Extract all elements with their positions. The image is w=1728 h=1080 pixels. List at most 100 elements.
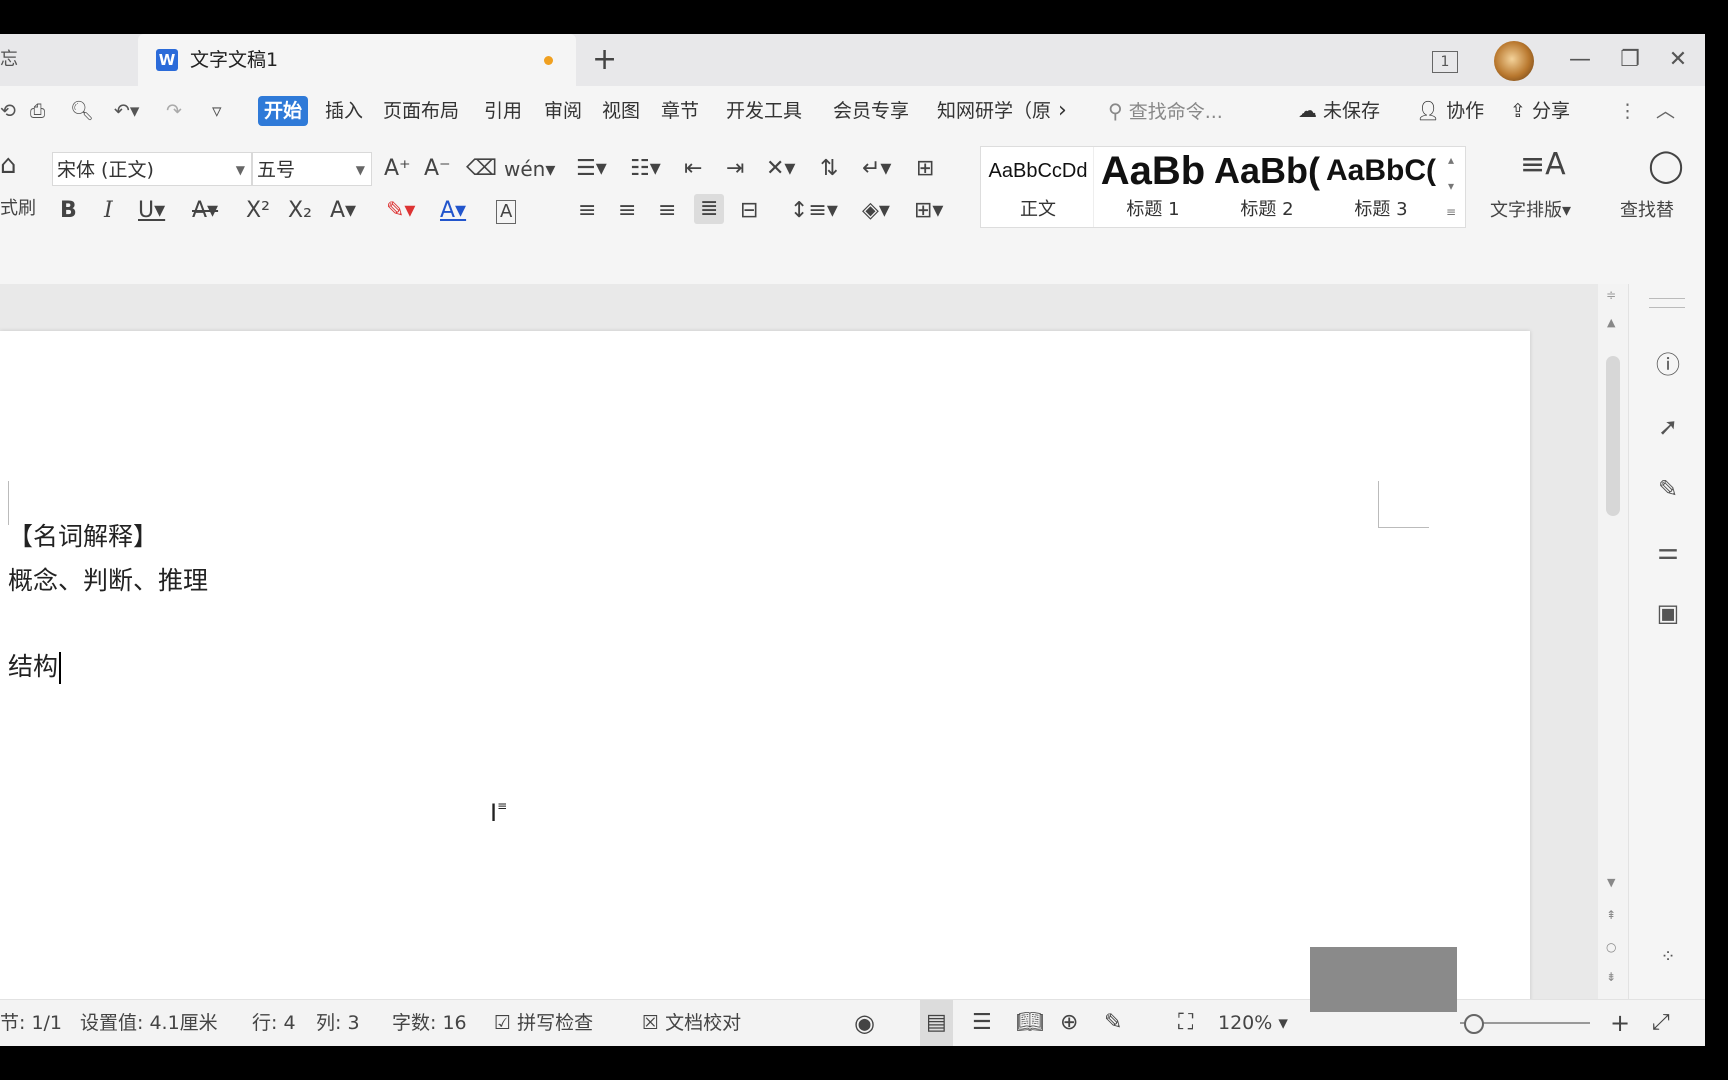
zoom-level-select[interactable]: 120% ▾ [1218, 1000, 1288, 1046]
doc-line-2[interactable]: 概念、判断、推理 [8, 561, 208, 597]
avatar[interactable] [1494, 41, 1534, 81]
chinese-layout-icon[interactable]: ✕▾ [766, 154, 795, 184]
close-button[interactable]: ✕ [1658, 34, 1698, 86]
pen-icon[interactable]: ✎ [1653, 474, 1683, 504]
text-effect-icon[interactable]: A▾ [330, 196, 356, 226]
collapse-ribbon-icon[interactable]: ︿ [1656, 96, 1675, 126]
format-painter-icon[interactable]: ⌂ [0, 150, 17, 180]
command-search[interactable]: ⚲ 查找命令... [1108, 96, 1223, 126]
vertical-scrollbar[interactable]: ≑ ▲ ▼ ⇞ ○ ⇟ [1598, 284, 1628, 999]
redo-icon[interactable]: ↷ [166, 96, 182, 126]
scroll-up-icon[interactable]: ▲ [1607, 316, 1615, 329]
page-count-icon[interactable]: 1 [1424, 34, 1466, 86]
line-spacing-icon[interactable]: ↕≡▾ [790, 196, 838, 226]
font-shrink-icon[interactable]: A⁻ [424, 154, 451, 184]
reading-view-icon[interactable]: 📖︎ [1016, 1000, 1044, 1046]
table-icon[interactable]: ⊞ [916, 154, 934, 184]
font-grow-icon[interactable]: A⁺ [384, 154, 411, 184]
scroll-down-icon[interactable]: ▼ [1607, 876, 1615, 889]
status-section[interactable]: 节: 1/1 [0, 1000, 62, 1046]
zoom-slider-thumb[interactable] [1464, 1014, 1484, 1034]
border-icon[interactable]: ⊞▾ [914, 196, 943, 226]
highlight-icon[interactable]: ✎▾ [386, 196, 415, 226]
distributed-align-icon[interactable]: ⊟ [740, 196, 758, 226]
tab-document[interactable]: W 文字文稿1 [138, 34, 576, 86]
collab-button[interactable]: 👤︎ 协作 [1416, 96, 1484, 126]
strikethrough-icon[interactable]: A▾ [192, 196, 218, 226]
style-heading1[interactable]: AaBb 标题 1 [1097, 147, 1209, 227]
doc-line-4[interactable]: 结构 [8, 647, 62, 684]
menu-view[interactable]: 视图 [602, 96, 640, 126]
justify-icon[interactable]: ≣ [694, 194, 725, 224]
style-normal[interactable]: AaBbCcDd 正文 [983, 147, 1094, 227]
align-right-icon[interactable]: ≡ [658, 196, 676, 226]
scroll-split-icon[interactable]: ≑ [1606, 288, 1616, 302]
style-scroll-icon[interactable]: ▴ ▾ ≡ [1439, 147, 1463, 227]
numbered-list-icon[interactable]: ☷▾ [630, 154, 661, 184]
find-replace-label[interactable]: 查找替 [1620, 196, 1674, 226]
menu-insert[interactable]: 插入 [325, 96, 363, 126]
style-heading3[interactable]: AaBbC( 标题 3 [1325, 147, 1437, 227]
page-view-icon[interactable]: ▤ [920, 1000, 953, 1046]
menu-references[interactable]: 引用 [484, 96, 522, 126]
find-icon[interactable]: ◯ [1648, 149, 1684, 181]
underline-icon[interactable]: U▾ [138, 196, 165, 226]
fullscreen-icon[interactable]: ⤢ [1652, 1000, 1670, 1046]
select-browse-icon[interactable]: ○ [1606, 940, 1616, 954]
pinyin-guide-icon[interactable]: wén▾ [504, 154, 555, 184]
menu-more-arrow-icon[interactable]: › [1058, 96, 1067, 126]
menu-section[interactable]: 章节 [661, 96, 699, 126]
decrease-indent-icon[interactable]: ⇤ [684, 154, 702, 184]
next-page-icon[interactable]: ⇟ [1606, 970, 1616, 984]
spell-check-button[interactable]: ☑ 拼写检查 [494, 1000, 593, 1046]
document-page[interactable]: 【名词解释】 概念、判断、推理 结构 I≡ [0, 331, 1530, 999]
font-size-select[interactable]: 五号 ▼ [252, 152, 372, 186]
panel-drag-handle[interactable] [1649, 298, 1685, 308]
align-left-icon[interactable]: ≡ [578, 196, 596, 226]
help-icon[interactable]: ⓘ [1653, 350, 1683, 380]
text-layout-button[interactable]: 文字排版▾ [1490, 196, 1571, 226]
doc-line-1[interactable]: 【名词解释】 [8, 517, 158, 553]
align-center-icon[interactable]: ≡ [618, 196, 636, 226]
menu-dev-tools[interactable]: 开发工具 [726, 96, 802, 126]
quick-access-icon[interactable]: ▿ [212, 96, 222, 126]
font-name-select[interactable]: 宋体 (正文) ▼ [52, 152, 252, 186]
select-pointer-icon[interactable]: ➚ [1653, 412, 1683, 442]
superscript-icon[interactable]: X² [246, 196, 270, 226]
undo-icon[interactable]: ↶▾ [114, 96, 139, 126]
paragraph-mark-icon[interactable]: ↵▾ [862, 154, 891, 184]
minimize-button[interactable]: — [1560, 34, 1600, 86]
write-view-icon[interactable]: ✎ [1104, 1000, 1122, 1046]
new-tab-button[interactable]: + [592, 40, 617, 80]
menu-review[interactable]: 审阅 [544, 96, 582, 126]
style-heading2[interactable]: AaBb( 标题 2 [1211, 147, 1323, 227]
shading-icon[interactable]: ◈▾ [862, 196, 890, 226]
print-preview-icon[interactable]: 🔍︎ [70, 96, 94, 126]
sort-icon[interactable]: ⇅ [820, 154, 838, 184]
menu-member[interactable]: 会员专享 [833, 96, 909, 126]
more-dots-icon[interactable]: ⁘ [1653, 942, 1683, 972]
menu-cnki[interactable]: 知网研学（原 [937, 96, 1051, 126]
undo-history-icon[interactable]: ⟲ [0, 96, 16, 126]
bullet-list-icon[interactable]: ☰▾ [576, 154, 607, 184]
increase-indent-icon[interactable]: ⇥ [726, 154, 744, 184]
restore-button[interactable]: ❐ [1610, 34, 1650, 86]
tab-previous[interactable]: 忘 [0, 34, 136, 86]
share-button[interactable]: ⇪ 分享 [1510, 96, 1570, 126]
char-border-icon[interactable]: A [496, 200, 517, 224]
clear-format-icon[interactable]: ⌫ [466, 154, 497, 184]
text-layout-icon[interactable]: ≡A [1520, 150, 1566, 180]
more-options-icon[interactable]: ⋮ [1618, 96, 1637, 126]
unsaved-button[interactable]: ☁ 未保存 [1298, 96, 1380, 126]
scroll-thumb[interactable] [1606, 356, 1620, 516]
outline-view-icon[interactable]: ☰ [972, 1000, 992, 1046]
doc-proof-button[interactable]: ☒ 文档校对 [642, 1000, 741, 1046]
status-word-count[interactable]: 字数: 16 [392, 1000, 467, 1046]
subscript-icon[interactable]: X₂ [288, 196, 312, 226]
prev-page-icon[interactable]: ⇞ [1606, 908, 1616, 922]
web-view-icon[interactable]: ⊕ [1060, 1000, 1078, 1046]
font-color-icon[interactable]: A▾ [440, 196, 466, 226]
fit-page-icon[interactable]: ⛶ [1178, 1000, 1193, 1046]
italic-icon[interactable]: I [104, 196, 113, 226]
eye-protect-icon[interactable]: ◉ [854, 1000, 875, 1046]
